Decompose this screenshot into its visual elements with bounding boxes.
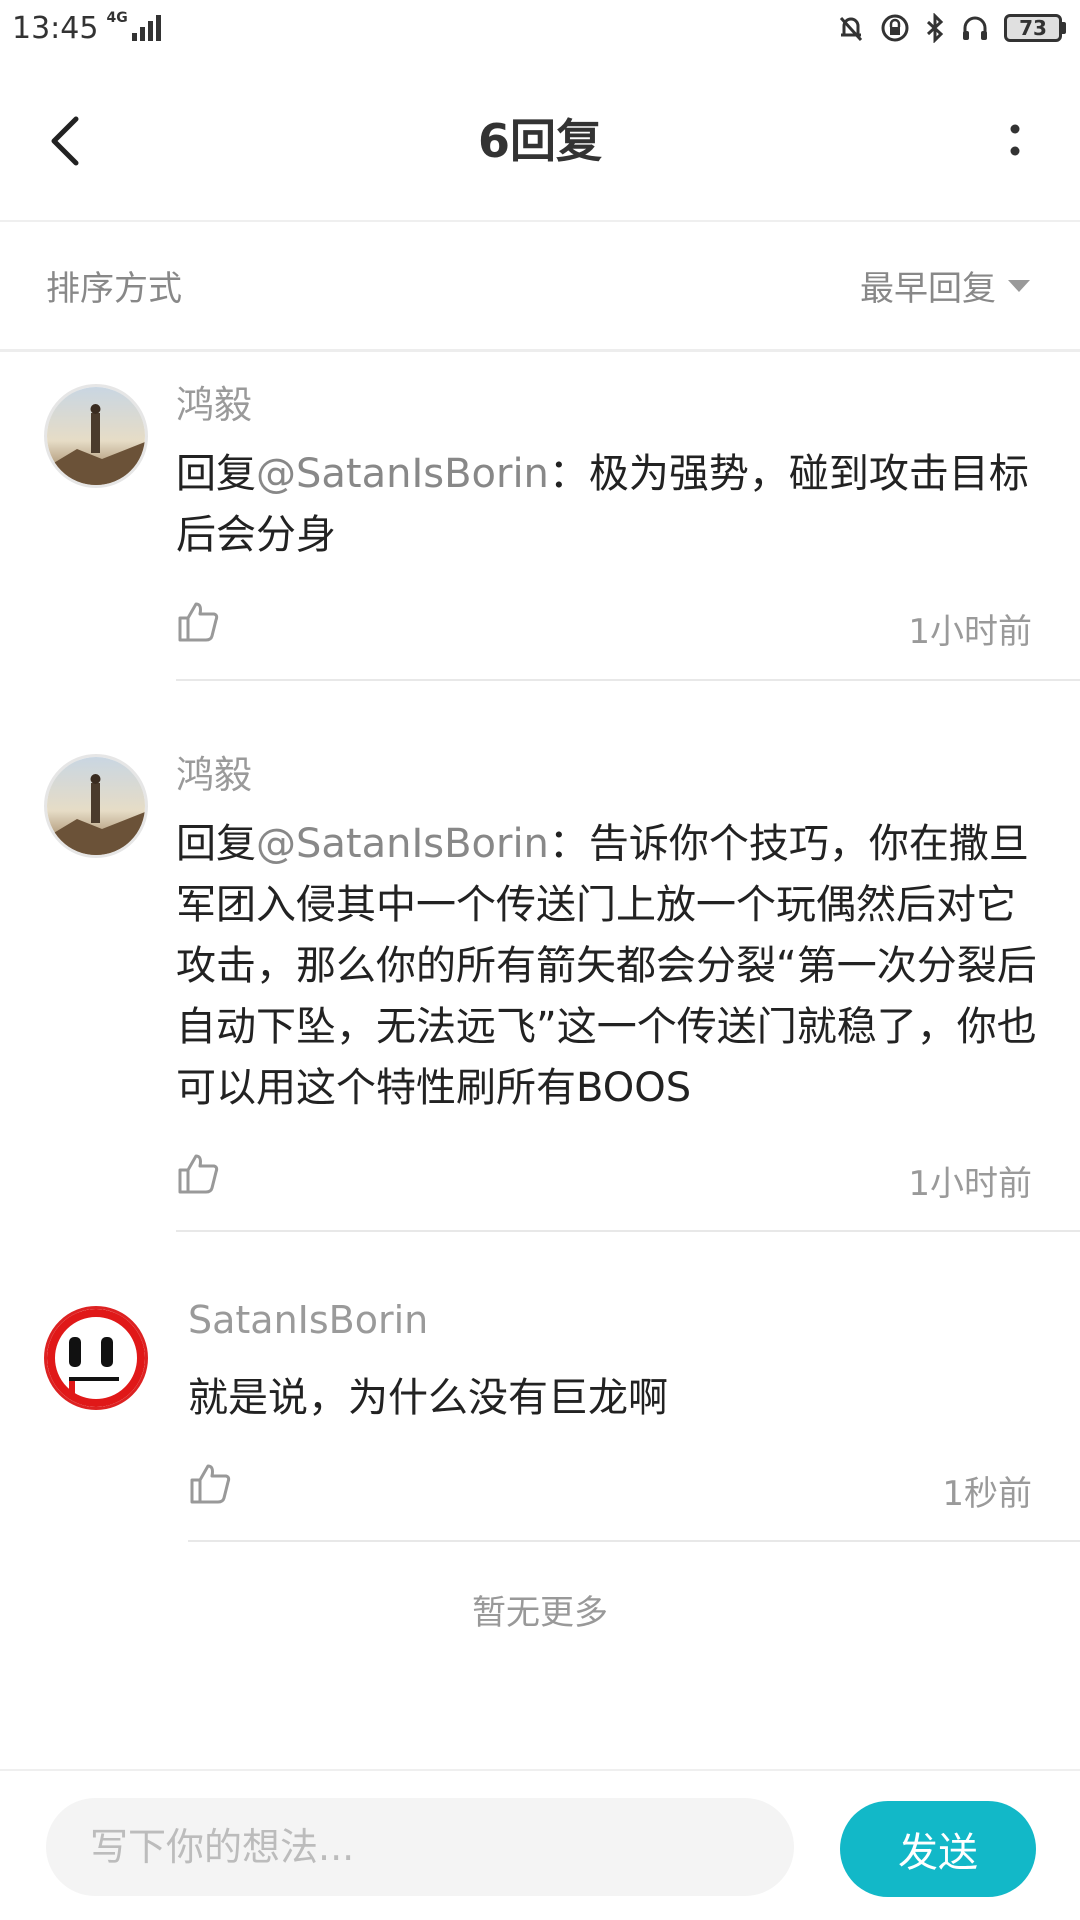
headphones-icon [960,13,990,43]
reply-item: SatanIsBorin 就是说，为什么没有巨龙啊 1秒前 [0,1232,1080,1542]
sort-selected-value: 最早回复 [860,269,996,309]
reply-time: 1秒前 [942,1474,1032,1514]
avatar[interactable] [44,754,148,858]
status-bar: 13:45 4G 73 [0,0,1080,56]
signal-icon [131,15,161,41]
more-vertical-icon [1010,124,1020,156]
back-button[interactable] [40,106,90,176]
sort-label: 排序方式 [46,269,182,309]
like-button[interactable] [176,600,224,648]
top-bar: 6回复 [0,56,1080,222]
comment-input[interactable] [46,1798,794,1896]
divider [176,679,1080,681]
reply-author[interactable]: 鸿毅 [176,744,252,799]
reply-item: 鸿毅 回复@SatanIsBorin：极为强势，碰到攻击目标后会分身 1小时前 [0,352,1080,682]
mute-bell-icon [836,13,866,43]
reply-time: 1小时前 [908,612,1032,652]
thumbs-up-icon [178,1154,219,1194]
reply-prefix: 回复 [176,821,256,867]
page-title: 6回复 [477,114,602,168]
rotation-lock-icon [880,13,910,43]
reply-author[interactable]: SatanIsBorin [188,1298,428,1342]
reply-author[interactable]: 鸿毅 [176,374,252,429]
battery-icon: 73 [1004,14,1066,42]
like-button[interactable] [188,1462,236,1510]
sort-bar: 排序方式 最早回复 [0,222,1080,352]
more-options-button[interactable] [990,106,1040,176]
reply-item: 鸿毅 回复@SatanIsBorin：告诉你个技巧，你在撒旦军团入侵其中一个传送… [0,682,1080,1232]
reply-text: 就是说，为什么没有巨龙啊 [188,1375,668,1421]
sort-dropdown[interactable]: 最早回复 [860,261,1030,310]
reply-content: 就是说，为什么没有巨龙啊 [188,1368,1058,1429]
chevron-left-icon [51,116,79,166]
divider [188,1540,1080,1542]
reply-prefix: 回复 [176,451,256,497]
caret-down-icon [1008,279,1030,292]
send-button[interactable]: 发送 [840,1801,1036,1897]
reply-content: 回复@SatanIsBorin：极为强势，碰到攻击目标后会分身 [176,444,1046,566]
status-time: 13:45 [12,10,99,46]
avatar[interactable] [44,384,148,488]
mention-link[interactable]: @SatanIsBorin [256,451,549,497]
thumbs-up-icon [178,602,219,642]
battery-level: 73 [1004,14,1062,42]
avatar[interactable] [44,1306,148,1410]
bluetooth-icon [924,13,946,43]
thumbs-up-icon [190,1464,231,1504]
no-more-label: 暂无更多 [472,1593,608,1633]
reply-time: 1小时前 [908,1164,1032,1204]
reply-content: 回复@SatanIsBorin：告诉你个技巧，你在撒旦军团入侵其中一个传送门上放… [176,814,1046,1119]
comment-composer: 发送 [0,1769,1080,1920]
network-type: 4G [106,10,128,26]
like-button[interactable] [176,1152,224,1200]
mention-link[interactable]: @SatanIsBorin [256,821,549,867]
